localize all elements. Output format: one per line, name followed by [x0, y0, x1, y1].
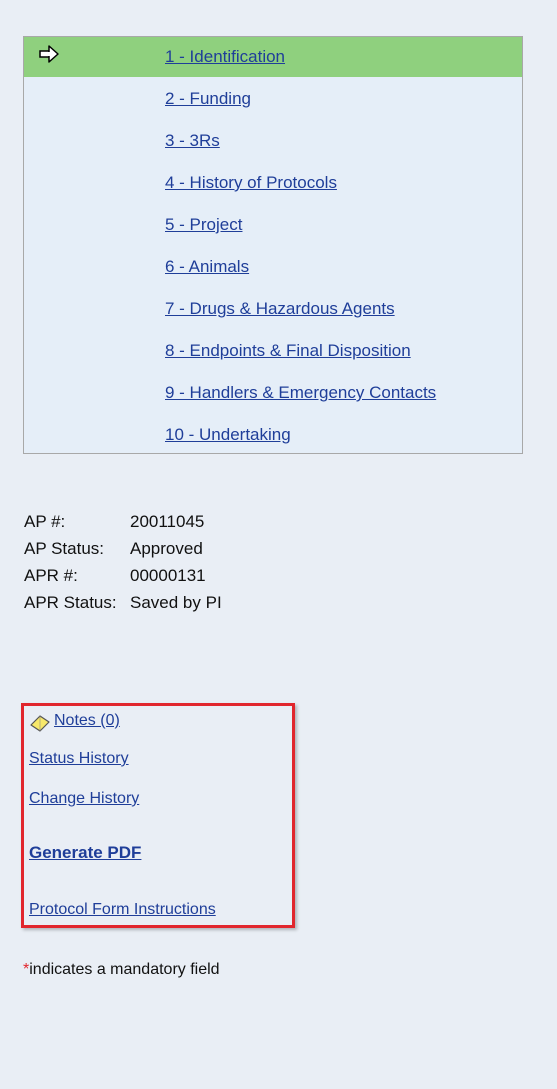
- ap-number-value: 20011045: [130, 512, 205, 531]
- nav-item-animals[interactable]: 6 - Animals: [24, 247, 522, 287]
- nav-link-history-of-protocols[interactable]: 4 - History of Protocols: [165, 173, 337, 193]
- nav-link-animals[interactable]: 6 - Animals: [165, 257, 249, 277]
- nav-link-drugs-hazardous-agents[interactable]: 7 - Drugs & Hazardous Agents: [165, 299, 395, 319]
- arrow-right-icon: [39, 45, 59, 63]
- nav-link-handlers-emergency-contacts[interactable]: 9 - Handlers & Emergency Contacts: [165, 383, 436, 403]
- nav-link-undertaking[interactable]: 10 - Undertaking: [165, 425, 291, 445]
- protocol-links-highlight: Notes (0) Status History Change History …: [21, 703, 295, 928]
- note-icon[interactable]: [29, 713, 51, 733]
- nav-item-project[interactable]: 5 - Project: [24, 205, 522, 245]
- nav-item-funding[interactable]: 2 - Funding: [24, 79, 522, 119]
- protocol-form-instructions-link[interactable]: Protocol Form Instructions: [29, 901, 216, 919]
- nav-item-3rs[interactable]: 3 - 3Rs: [24, 121, 522, 161]
- ap-status-label: AP Status:: [24, 539, 105, 558]
- section-navigation: 1 - Identification 2 - Funding 3 - 3Rs 4…: [23, 36, 523, 454]
- mandatory-field-note: *indicates a mandatory field: [23, 961, 220, 979]
- nav-item-endpoints-final-disposition[interactable]: 8 - Endpoints & Final Disposition: [24, 331, 522, 371]
- nav-link-project[interactable]: 5 - Project: [165, 215, 242, 235]
- nav-link-identification[interactable]: 1 - Identification: [165, 47, 285, 67]
- ap-number-label: AP #:: [24, 512, 66, 531]
- nav-link-3rs[interactable]: 3 - 3Rs: [165, 131, 220, 151]
- apr-number-label: APR #:: [24, 566, 78, 585]
- nav-item-handlers-emergency-contacts[interactable]: 9 - Handlers & Emergency Contacts: [24, 373, 522, 413]
- nav-item-undertaking[interactable]: 10 - Undertaking: [24, 415, 522, 455]
- nav-item-history-of-protocols[interactable]: 4 - History of Protocols: [24, 163, 522, 203]
- sidebar-panel: 1 - Identification 2 - Funding 3 - 3Rs 4…: [0, 0, 557, 1089]
- nav-item-drugs-hazardous-agents[interactable]: 7 - Drugs & Hazardous Agents: [24, 289, 522, 329]
- generate-pdf-link[interactable]: Generate PDF: [29, 843, 141, 863]
- status-history-link[interactable]: Status History: [29, 750, 129, 768]
- nav-item-identification[interactable]: 1 - Identification: [24, 37, 522, 77]
- apr-status-value: Saved by PI: [130, 593, 222, 612]
- change-history-link[interactable]: Change History: [29, 790, 139, 808]
- nav-link-endpoints-final-disposition[interactable]: 8 - Endpoints & Final Disposition: [165, 341, 411, 361]
- mandatory-field-text: indicates a mandatory field: [29, 961, 220, 978]
- nav-link-funding[interactable]: 2 - Funding: [165, 89, 251, 109]
- apr-number-value: 00000131: [130, 566, 206, 585]
- notes-link[interactable]: Notes (0): [54, 712, 120, 730]
- apr-status-label: APR Status:: [24, 593, 117, 612]
- ap-status-value: Approved: [130, 539, 203, 558]
